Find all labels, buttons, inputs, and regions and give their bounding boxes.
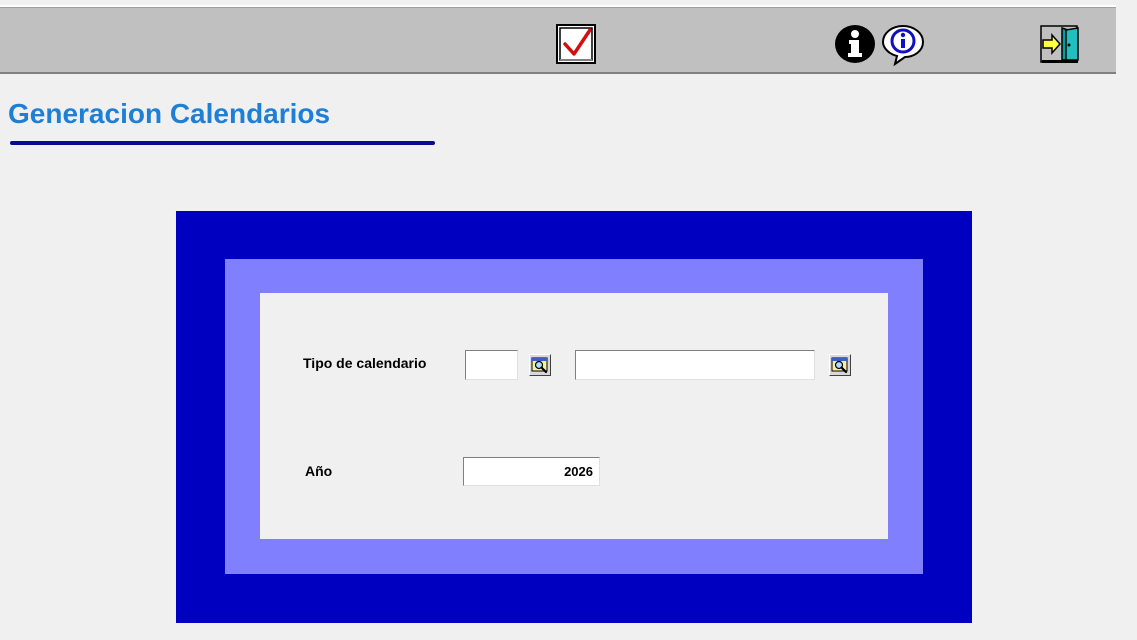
magnifier-icon xyxy=(531,357,548,374)
anio-input[interactable] xyxy=(463,457,600,486)
anio-label: Año xyxy=(305,463,333,479)
tipo-calendario-description-input[interactable] xyxy=(575,350,815,380)
title-underline xyxy=(10,141,435,145)
magnifier-icon xyxy=(831,357,848,374)
tipo-calendario-code-lookup-button[interactable] xyxy=(529,354,551,376)
form-panel xyxy=(260,293,888,539)
tipo-calendario-label: Tipo de calendario xyxy=(303,355,427,371)
info-button[interactable] xyxy=(834,24,876,64)
checkbox-check-icon xyxy=(556,24,596,64)
info-speech-icon xyxy=(881,24,925,66)
tipo-calendario-description-lookup-button[interactable] xyxy=(829,354,851,376)
exit-button[interactable] xyxy=(1040,24,1080,64)
info-icon xyxy=(835,25,875,63)
tipo-calendario-code-input[interactable] xyxy=(465,350,518,380)
toolbar xyxy=(0,5,1116,74)
page-title: Generacion Calendarios xyxy=(8,98,331,129)
info-speech-button[interactable] xyxy=(881,24,925,66)
exit-door-icon xyxy=(1040,25,1079,63)
accept-button[interactable] xyxy=(556,24,596,64)
